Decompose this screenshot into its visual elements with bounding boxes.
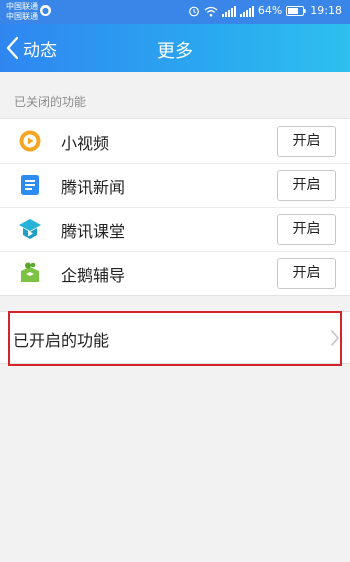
enable-news-button[interactable]: 开启 xyxy=(277,170,336,201)
carrier-label-2: 中国联通 xyxy=(6,12,38,21)
enabled-features-label: 已开启的功能 xyxy=(13,331,110,350)
enabled-features-row[interactable]: 已开启的功能 xyxy=(0,311,350,364)
enable-video-button[interactable]: 开启 xyxy=(277,126,336,157)
news-icon xyxy=(21,175,39,195)
navigation-bar: 动态 更多 xyxy=(0,24,350,72)
signal-icon xyxy=(221,5,236,17)
list-item-classroom: 腾讯课堂 开启 xyxy=(0,207,350,251)
list-item-news: 腾讯新闻 开启 xyxy=(0,163,350,207)
carrier-info: 中国联通 中国联通 xyxy=(6,2,38,22)
alarm-icon xyxy=(188,6,199,17)
list-item-label: 腾讯课堂 xyxy=(61,222,126,241)
closed-section-label: 已关闭的功能 xyxy=(14,95,87,109)
status-right: 64% 19:18 xyxy=(188,4,342,18)
video-icon xyxy=(19,130,41,152)
list-item-label: 小视频 xyxy=(61,134,110,153)
list-item-label: 企鹅辅导 xyxy=(61,266,126,285)
classroom-icon xyxy=(19,219,41,239)
enable-tutor-button[interactable]: 开启 xyxy=(277,258,336,289)
battery-percent: 64% xyxy=(257,4,283,17)
closed-feature-list: 小视频 开启 腾讯新闻 开启 腾讯课堂 开启 企鹅辅导 开启 xyxy=(0,118,350,296)
globe-icon: ● xyxy=(40,5,51,16)
tutor-icon xyxy=(21,262,39,282)
enable-classroom-button[interactable]: 开启 xyxy=(277,214,336,245)
carrier-label-1: 中国联通 xyxy=(6,2,38,11)
list-item-tutor: 企鹅辅导 开启 xyxy=(0,251,350,295)
battery-icon xyxy=(286,6,306,16)
status-bar: 中国联通 中国联通 ● 64% 19:18 xyxy=(0,0,350,24)
page-title: 更多 xyxy=(157,41,193,62)
list-item-video: 小视频 开启 xyxy=(0,119,350,163)
status-time: 19:18 xyxy=(310,4,342,17)
signal-icon-2 xyxy=(239,5,254,17)
chevron-right-icon xyxy=(331,330,339,346)
wifi-icon xyxy=(204,6,218,16)
list-item-label: 腾讯新闻 xyxy=(61,178,126,197)
